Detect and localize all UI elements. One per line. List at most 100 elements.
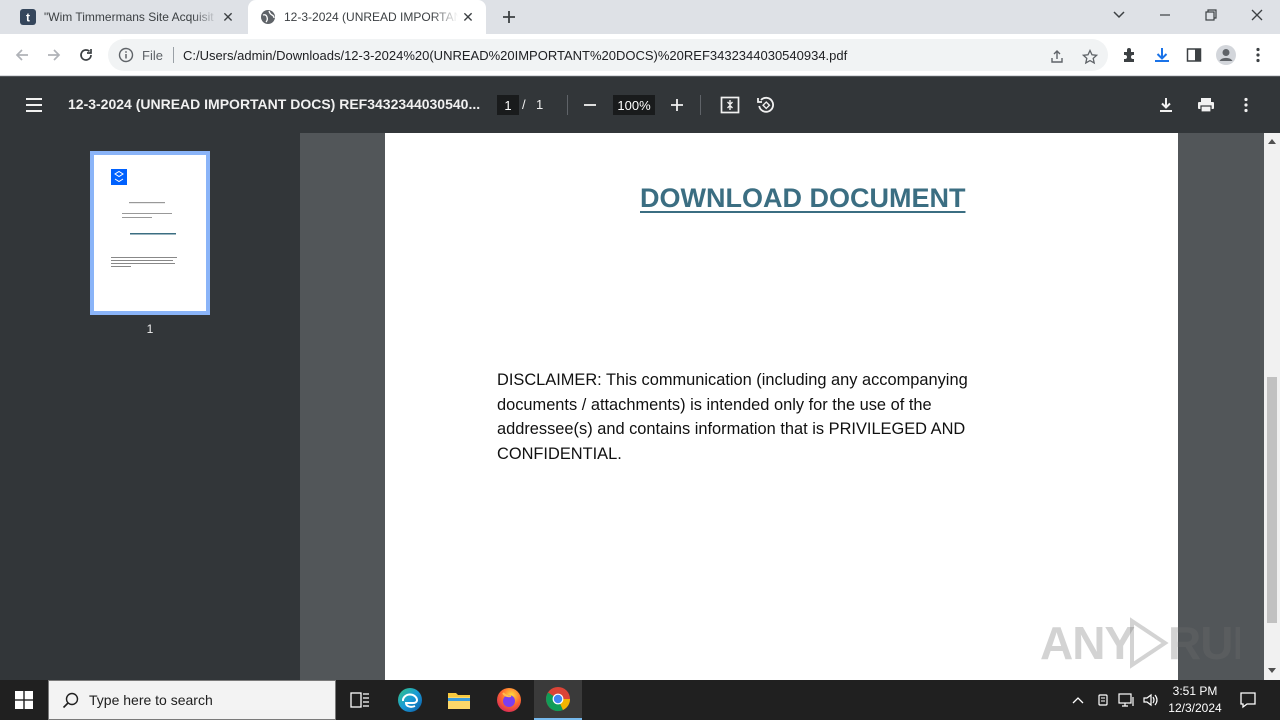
total-pages: 1 — [536, 97, 544, 112]
downloads-button[interactable] — [1150, 43, 1174, 67]
close-tab-icon[interactable]: ✕ — [218, 7, 238, 27]
show-hidden-icons-button[interactable] — [1068, 680, 1088, 720]
folder-icon — [448, 693, 470, 709]
scrollbar-thumb[interactable] — [1267, 377, 1277, 623]
document-title: 12-3-2024 (UNREAD IMPORTANT DOCS) REF343… — [68, 96, 481, 112]
tab-search-button[interactable] — [1096, 0, 1142, 30]
fit-page-icon — [720, 96, 740, 114]
download-icon — [1155, 48, 1169, 62]
chrome-taskbar-button[interactable] — [534, 680, 582, 720]
extensions-button[interactable] — [1118, 43, 1142, 67]
download-pdf-button[interactable] — [1154, 93, 1178, 117]
vertical-scrollbar[interactable] — [1264, 133, 1280, 680]
minimize-button[interactable] — [1142, 0, 1188, 30]
reload-button[interactable] — [74, 43, 98, 67]
edge-icon — [398, 688, 422, 712]
tab-pdf[interactable]: 12-3-2024 (UNREAD IMPORTANT ✕ — [248, 0, 486, 34]
pdf-more-options-button[interactable] — [1234, 93, 1258, 117]
rotate-button[interactable] — [754, 93, 778, 117]
notification-icon — [1240, 692, 1256, 709]
chrome-menu-button[interactable] — [1246, 43, 1270, 67]
volume-icon[interactable] — [1140, 680, 1162, 720]
pdf-page: DOWNLOAD DOCUMENT DISCLAIMER: This commu… — [385, 133, 1178, 680]
scheme-label: File — [142, 47, 163, 63]
chevron-down-icon — [1113, 11, 1125, 19]
windows-icon — [15, 691, 33, 709]
svg-text:RUN: RUN — [1168, 617, 1240, 669]
back-button[interactable] — [10, 43, 34, 67]
search-icon — [62, 692, 79, 708]
new-tab-button[interactable] — [498, 6, 520, 28]
download-icon — [1160, 98, 1172, 112]
minimize-icon — [1160, 14, 1170, 16]
url-text[interactable]: C:/Users/admin/Downloads/12-3-2024%20(UN… — [183, 48, 847, 63]
zoom-in-button[interactable] — [665, 93, 689, 117]
divider — [700, 95, 701, 115]
pdf-toolbar: 12-3-2024 (UNREAD IMPORTANT DOCS) REF343… — [0, 77, 1280, 133]
task-view-button[interactable] — [336, 680, 384, 720]
page-thumbnail[interactable] — [90, 151, 210, 315]
print-button[interactable] — [1194, 93, 1218, 117]
rotate-icon — [757, 96, 774, 113]
document-viewer[interactable]: DOWNLOAD DOCUMENT DISCLAIMER: This commu… — [300, 133, 1264, 680]
side-panel-icon — [1186, 48, 1202, 62]
tab-title: "Wim Timmermans Site Acquisit — [44, 10, 214, 24]
clock-time: 3:51 PM — [1172, 684, 1218, 698]
file-explorer-taskbar-button[interactable] — [435, 680, 483, 720]
thumbnail-sidebar: 1 — [0, 133, 300, 680]
arrow-right-icon — [48, 49, 61, 61]
page-number-input[interactable]: 1 — [497, 95, 519, 115]
network-icon[interactable] — [1116, 680, 1138, 720]
firefox-icon — [497, 688, 521, 712]
svg-text:ANY: ANY — [1040, 617, 1134, 669]
edge-taskbar-button[interactable] — [386, 680, 434, 720]
notifications-button[interactable] — [1232, 680, 1264, 720]
side-panel-button[interactable] — [1182, 43, 1206, 67]
browser-toolbar: File C:/Users/admin/Downloads/12-3-2024%… — [0, 34, 1280, 76]
kebab-menu-icon — [1244, 97, 1248, 113]
thumbnail-page-number: 1 — [146, 322, 154, 336]
divider — [172, 47, 174, 63]
reload-icon — [80, 49, 92, 61]
clock-date: 12/3/2024 — [1168, 701, 1222, 715]
sidebar-toggle-button[interactable] — [22, 93, 46, 117]
restore-button[interactable] — [1188, 0, 1234, 30]
tumblr-icon: t — [20, 9, 36, 25]
globe-icon — [261, 10, 275, 24]
close-window-button[interactable] — [1234, 0, 1280, 30]
tray-device-icon[interactable] — [1092, 680, 1114, 720]
firefox-taskbar-button[interactable] — [485, 680, 533, 720]
page-separator: / — [522, 97, 526, 112]
hamburger-icon — [26, 98, 42, 112]
info-icon[interactable] — [118, 47, 134, 63]
svg-text:t: t — [26, 11, 30, 25]
chrome-icon — [546, 687, 571, 712]
zoom-out-button[interactable] — [578, 93, 602, 117]
address-bar[interactable]: File C:/Users/admin/Downloads/12-3-2024%… — [108, 39, 1108, 71]
taskbar: Type here to search 3:51 PM 12/3/2024 — [0, 680, 1280, 720]
chevron-up-icon — [1072, 697, 1084, 704]
forward-button[interactable] — [42, 43, 66, 67]
bookmark-star-icon[interactable] — [1080, 47, 1100, 67]
puzzle-icon — [1124, 48, 1134, 62]
taskbar-search[interactable]: Type here to search — [48, 680, 336, 720]
close-icon — [1251, 9, 1263, 21]
close-tab-icon[interactable]: ✕ — [458, 7, 478, 27]
download-document-link[interactable]: DOWNLOAD DOCUMENT — [640, 183, 965, 214]
zoom-level-input[interactable]: 100% — [613, 95, 655, 115]
anyrun-logo: ANY RUN — [1040, 617, 1264, 669]
start-button[interactable] — [0, 680, 48, 720]
system-clock[interactable]: 3:51 PM 12/3/2024 — [1164, 683, 1226, 717]
avatar-icon — [1216, 45, 1236, 65]
tab-strip: t "Wim Timmermans Site Acquisit ✕ 12-3-2… — [0, 0, 1280, 34]
scroll-down-icon[interactable] — [1268, 668, 1276, 674]
plus-icon — [503, 11, 515, 23]
kebab-menu-icon — [1256, 47, 1260, 63]
tab-wim-timmermans[interactable]: t "Wim Timmermans Site Acquisit ✕ — [8, 0, 246, 34]
tab-title: 12-3-2024 (UNREAD IMPORTANT — [284, 10, 458, 24]
profile-button[interactable] — [1214, 43, 1238, 67]
watermark: ANY RUN — [1040, 611, 1264, 680]
share-icon[interactable] — [1047, 47, 1067, 67]
scroll-up-icon[interactable] — [1268, 138, 1276, 144]
fit-to-page-button[interactable] — [718, 93, 742, 117]
